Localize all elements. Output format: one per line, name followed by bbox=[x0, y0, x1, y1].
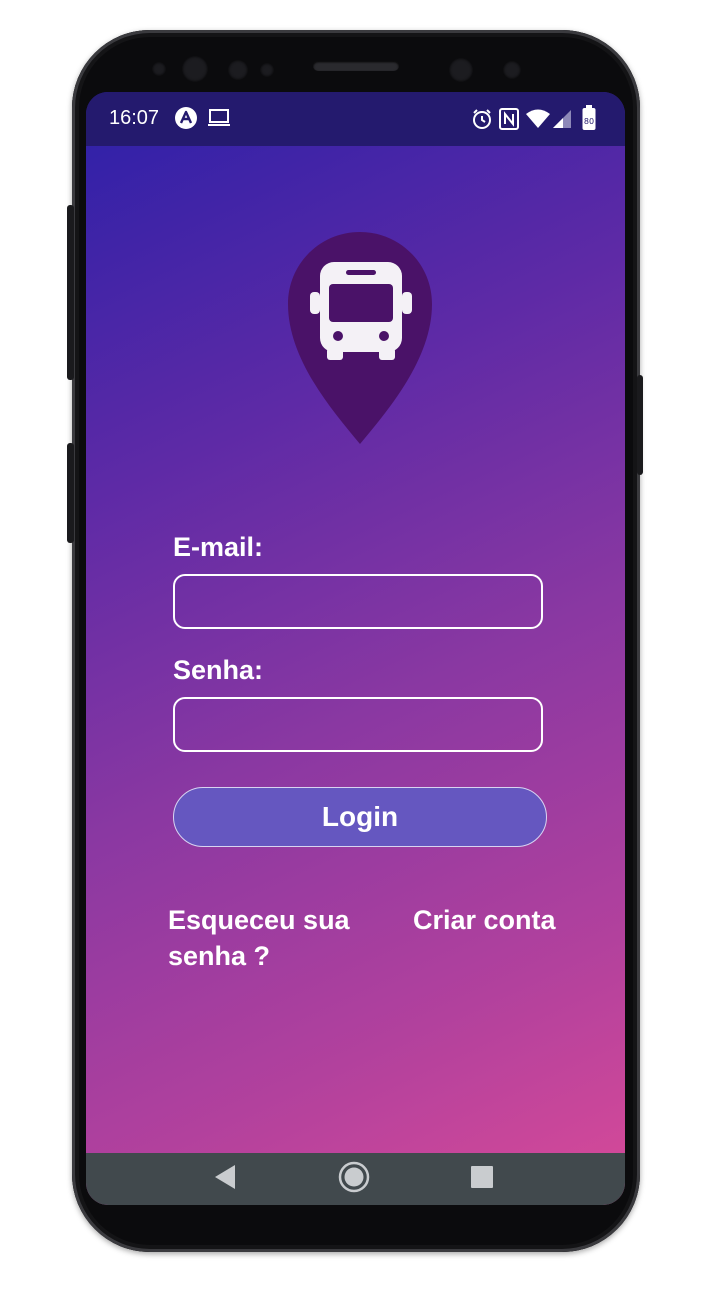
volume-button bbox=[67, 205, 74, 380]
back-button[interactable] bbox=[195, 1153, 255, 1205]
battery-level-text: 80 bbox=[584, 117, 594, 126]
bus-location-pin-icon bbox=[286, 230, 434, 446]
battery-icon: 80 bbox=[582, 105, 596, 136]
bixby-button bbox=[67, 443, 74, 543]
status-time: 16:07 bbox=[109, 107, 160, 129]
email-label: E-mail: bbox=[173, 532, 264, 562]
laptop-icon bbox=[207, 108, 231, 133]
forgot-password-line1: Esqueceu sua bbox=[168, 905, 350, 935]
alarm-icon bbox=[471, 108, 493, 135]
back-icon bbox=[213, 1164, 237, 1195]
power-button bbox=[637, 375, 643, 475]
nfc-icon bbox=[499, 108, 519, 135]
status-bar: 16:07 80 bbox=[86, 92, 625, 146]
light-sensor bbox=[260, 63, 274, 77]
app-a-icon bbox=[174, 106, 198, 135]
earpiece-speaker bbox=[313, 61, 399, 71]
front-camera bbox=[449, 58, 473, 82]
iris-sensor bbox=[152, 62, 166, 76]
password-field[interactable] bbox=[173, 697, 543, 752]
home-button[interactable] bbox=[324, 1153, 384, 1205]
forgot-password-line2: senha ? bbox=[168, 941, 271, 971]
recents-icon bbox=[470, 1165, 494, 1194]
ambient-sensor bbox=[228, 60, 248, 80]
forgot-password-link[interactable]: Esqueceu sua senha ? bbox=[168, 902, 350, 974]
email-field[interactable] bbox=[173, 574, 543, 629]
navigation-bar bbox=[86, 1153, 625, 1205]
password-label: Senha: bbox=[173, 655, 264, 685]
iris-camera bbox=[503, 61, 521, 79]
proximity-sensor bbox=[182, 56, 208, 82]
app-screen: 16:07 80 E-mail: Senha: Login Esqueceu s… bbox=[86, 92, 625, 1205]
signal-icon bbox=[552, 109, 572, 134]
wifi-icon bbox=[526, 109, 550, 134]
login-button[interactable]: Login bbox=[173, 787, 547, 847]
recents-button[interactable] bbox=[452, 1153, 512, 1205]
create-account-link[interactable]: Criar conta bbox=[413, 902, 556, 938]
home-icon bbox=[337, 1160, 371, 1199]
